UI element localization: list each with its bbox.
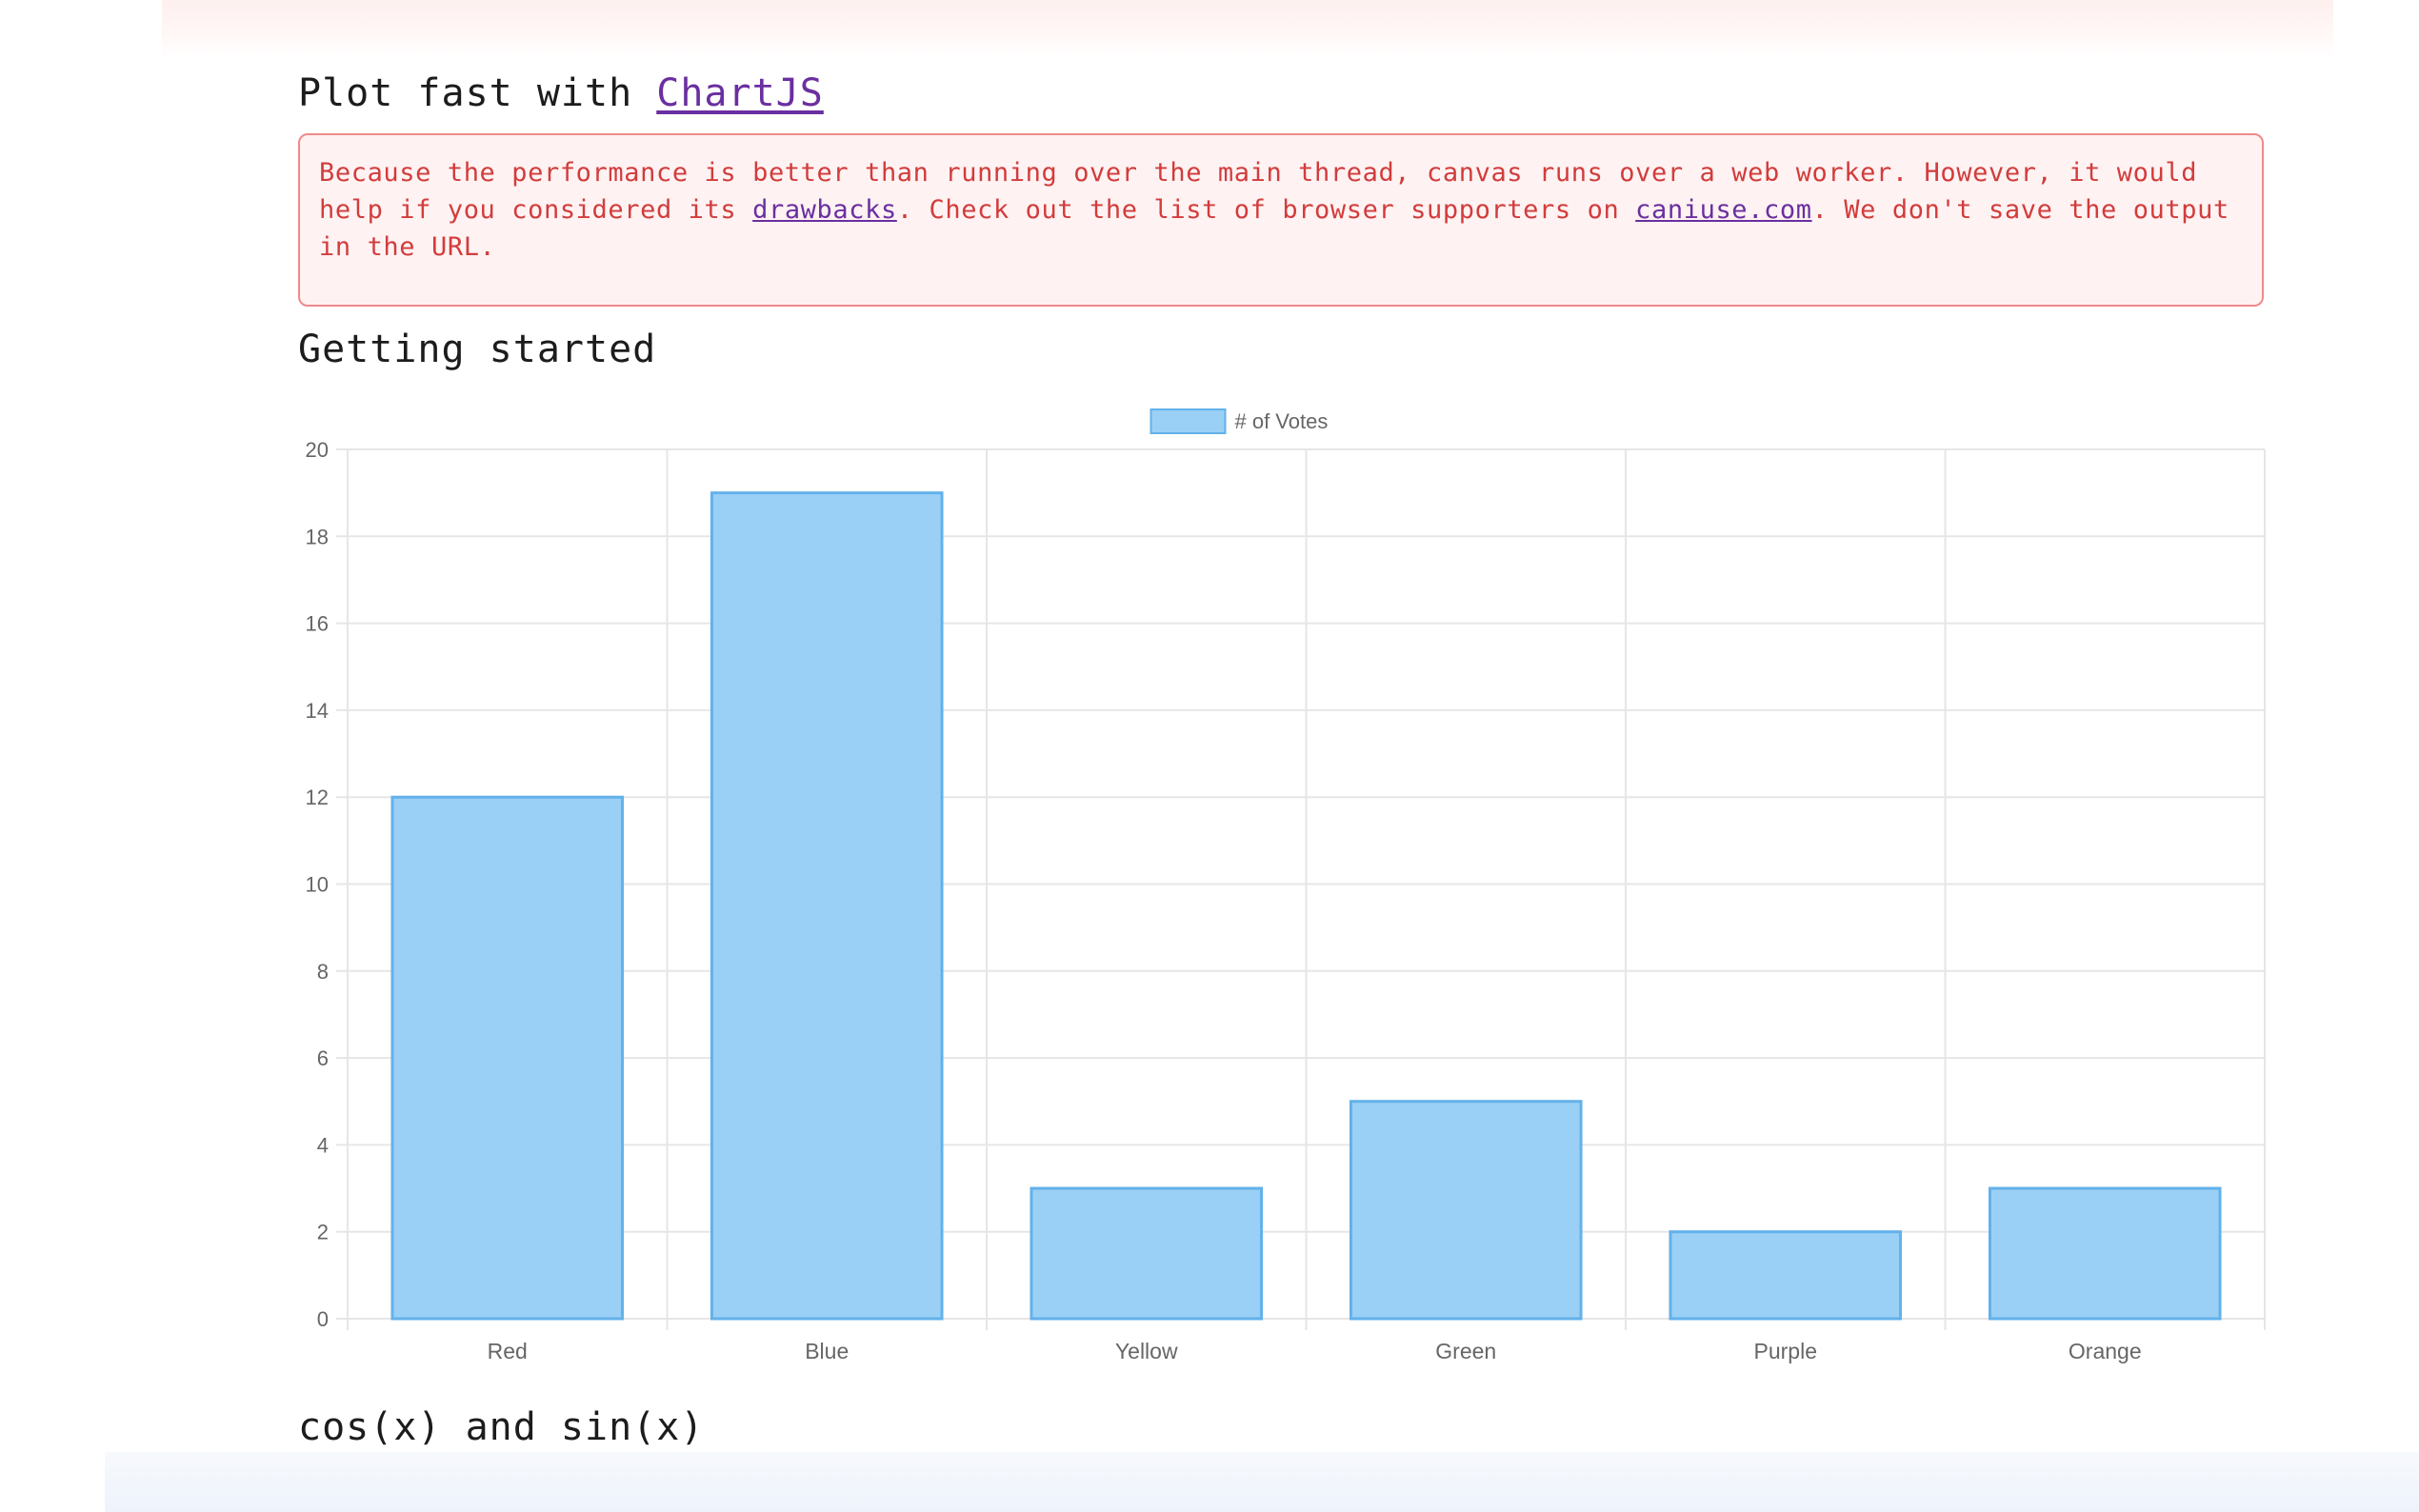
page-title: Plot fast with ChartJS xyxy=(298,71,824,115)
y-tick-label: 8 xyxy=(317,960,329,984)
y-tick-label: 6 xyxy=(317,1046,329,1070)
x-tick-label: Red xyxy=(488,1339,528,1363)
bar-chart: 0 2 4 6 8 10 12 14 16 18 20 Red Blue Yellow Green Purpl… xyxy=(298,390,2269,1371)
y-tick-label: 14 xyxy=(306,699,329,723)
bar xyxy=(390,795,625,1321)
bar xyxy=(1030,1186,1264,1321)
legend-swatch xyxy=(1150,408,1227,434)
warning-text-2: . Check out the list of browser supporte… xyxy=(896,195,1620,225)
y-tick-label: 20 xyxy=(306,438,329,462)
x-tick-label: Purple xyxy=(1754,1339,1817,1363)
y-tick-label: 18 xyxy=(306,525,329,548)
cos-sin-heading: cos(x) and sin(x) xyxy=(298,1405,705,1449)
y-tick-label: 16 xyxy=(306,612,329,636)
y-tick-label: 2 xyxy=(317,1221,329,1244)
bar xyxy=(1349,1100,1583,1321)
x-tick-label: Blue xyxy=(805,1339,849,1363)
x-tick-label: Orange xyxy=(2069,1339,2142,1363)
title-prefix: Plot fast with xyxy=(298,71,633,115)
chart-svg: 0 2 4 6 8 10 12 14 16 18 20 Red Blue Yellow Green Purpl… xyxy=(306,408,2266,1363)
x-tick-label: Yellow xyxy=(1115,1339,1178,1363)
drawbacks-link[interactable]: drawbacks xyxy=(752,195,897,225)
legend-label: # of Votes xyxy=(1235,409,1329,433)
y-tick-label: 12 xyxy=(306,786,329,809)
y-tick-label: 10 xyxy=(306,873,329,897)
bar xyxy=(710,491,944,1321)
top-fade xyxy=(162,0,2333,59)
warning-box: Because the performance is better than r… xyxy=(298,133,2264,307)
bottom-fade xyxy=(105,1452,2419,1512)
bar xyxy=(1988,1186,2222,1321)
getting-started-heading: Getting started xyxy=(298,328,657,371)
caniuse-link[interactable]: caniuse.com xyxy=(1635,195,1811,225)
bar xyxy=(1669,1230,1903,1321)
y-tick-label: 0 xyxy=(317,1307,329,1331)
chartjs-link[interactable]: ChartJS xyxy=(656,71,824,115)
x-tick-label: Green xyxy=(1435,1339,1496,1363)
y-tick-label: 4 xyxy=(317,1133,329,1157)
